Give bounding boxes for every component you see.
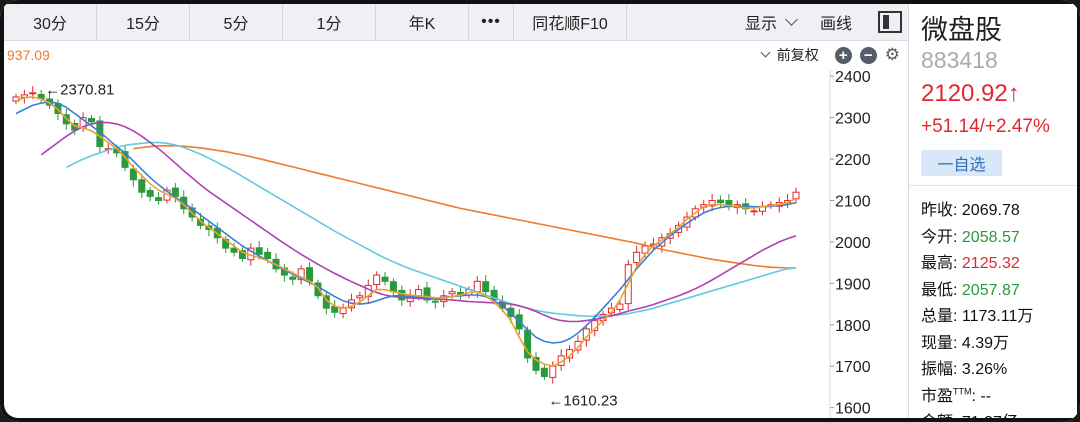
- stat-label: 振幅:: [921, 361, 958, 378]
- y-tick-label: 2000: [835, 235, 871, 252]
- candle-down: [155, 197, 163, 201]
- y-tick-label: 1700: [835, 359, 871, 376]
- stat-value: 2058.57: [957, 228, 1020, 246]
- tab-1min[interactable]: 1分: [283, 4, 376, 40]
- stat-label: 今开:: [921, 228, 958, 246]
- stock-code: 883418: [921, 47, 998, 73]
- stock-price: 2120.92↑: [921, 80, 1020, 107]
- chevron-down-icon: [785, 13, 798, 26]
- stat-value: 71.37亿: [957, 414, 1018, 422]
- stat-row: 昨收: 2069.78: [921, 196, 1033, 223]
- candle-down: [289, 276, 297, 280]
- candle-down: [482, 281, 490, 293]
- candle-up: [356, 295, 364, 299]
- candle-down: [264, 251, 272, 260]
- stat-value: 4.39万: [957, 334, 1010, 352]
- tab-15min[interactable]: 15分: [97, 4, 190, 40]
- stat-value: 2057.87: [957, 281, 1020, 299]
- candle-up: [750, 210, 758, 213]
- adjust-label: 前复权: [776, 47, 819, 63]
- y-tick-label: 1600: [835, 401, 871, 418]
- candle-down: [87, 117, 95, 123]
- y-tick-label: 2200: [835, 152, 871, 169]
- stat-label: 昨收:: [921, 202, 958, 219]
- stat-row: 市盈TTM: --: [921, 382, 1033, 409]
- stat-value: --: [975, 387, 992, 405]
- stat-value: 1173.11万: [957, 308, 1034, 325]
- candle-down: [717, 199, 725, 204]
- stat-label: 最高:: [921, 255, 958, 272]
- tab-f10[interactable]: 同花顺F10: [514, 4, 627, 40]
- stat-label: 最低:: [921, 281, 958, 299]
- display-label: 显示: [744, 16, 777, 33]
- candle-down: [138, 179, 146, 193]
- stat-value: 3.26%: [957, 361, 1008, 378]
- tab-5min[interactable]: 5分: [190, 4, 283, 40]
- top-value-label: 937.09: [7, 47, 50, 63]
- price-annotation: ←1610.23: [548, 392, 617, 409]
- stat-value: 2069.78: [957, 202, 1020, 219]
- adjust-dropdown[interactable]: 前复权: [758, 45, 819, 65]
- stat-row: 振幅: 3.26%: [921, 355, 1033, 382]
- chevron-down-icon: [760, 47, 771, 58]
- add-favorite-button[interactable]: 一自选: [921, 150, 1002, 176]
- gear-icon[interactable]: ⚙: [885, 45, 900, 65]
- zoom-out-icon[interactable]: −: [859, 46, 877, 64]
- candle-down: [381, 276, 389, 282]
- stat-row: 总量: 1173.11万: [921, 302, 1033, 329]
- candle-up: [29, 92, 37, 95]
- divider: [909, 185, 1077, 186]
- sidebar-toggle-icon[interactable]: [878, 11, 902, 33]
- candle-down: [306, 267, 314, 282]
- stat-row: 金额: 71.37亿: [921, 408, 1033, 422]
- candle-down: [230, 247, 238, 253]
- candlestick-chart[interactable]: 2400 2300 2200 2100 2000 1900 1800 1700 1600 ←237…: [4, 70, 908, 418]
- stat-row: 现量: 4.39万: [921, 329, 1033, 356]
- stat-label: 金额:: [921, 414, 957, 422]
- app-window: 30分 15分 5分 1分 年K ••• 同花顺F10 显示 画线 937.09…: [0, 0, 1080, 422]
- candle-down: [540, 367, 548, 378]
- candle-down: [255, 247, 263, 255]
- y-tick-label: 2100: [835, 194, 871, 211]
- candle-down: [146, 190, 154, 197]
- y-tick-label: 2300: [835, 111, 871, 128]
- candle-up: [616, 303, 624, 310]
- candle-down: [129, 168, 137, 181]
- candle-up: [473, 280, 481, 293]
- stat-row: 最低: 2057.87: [921, 276, 1033, 303]
- stock-name: 微盘股: [921, 15, 1002, 45]
- y-tick-label: 1900: [835, 276, 871, 293]
- stat-label: 总量:: [921, 308, 958, 325]
- zoom-in-icon[interactable]: +: [834, 46, 852, 64]
- stat-row: 最高: 2125.32: [921, 249, 1033, 276]
- price-annotation: ←2370.81: [45, 81, 114, 98]
- chart-subbar: 937.09 前复权 + − ⚙: [4, 40, 908, 70]
- display-dropdown[interactable]: 显示: [744, 10, 798, 34]
- candle-up: [448, 291, 456, 295]
- quote-stats: 昨收: 2069.78 今开: 2058.57 最高: 2125.32 最低: 205…: [921, 196, 1033, 422]
- candle-up: [792, 191, 800, 200]
- stat-row: 今开: 2058.57: [921, 223, 1033, 250]
- stock-change: +51.14/+2.47%: [921, 116, 1050, 137]
- stat-value: 2125.32: [957, 255, 1020, 272]
- candle-up: [373, 274, 381, 286]
- candle-down: [389, 281, 397, 293]
- stat-label: 现量:: [921, 334, 958, 352]
- y-tick-label: 1800: [835, 318, 871, 335]
- candle-down: [431, 300, 439, 303]
- candle-up: [549, 365, 557, 378]
- stat-label: 市盈TTM:: [921, 386, 976, 405]
- tab-year-k[interactable]: 年K: [376, 4, 469, 40]
- candle-up: [633, 251, 641, 264]
- tab-30min[interactable]: 30分: [4, 4, 97, 40]
- quote-panel: 微盘股 883418 2120.92↑ +51.14/+2.47% 一自选 昨收…: [908, 4, 1077, 422]
- more-icon[interactable]: •••: [469, 4, 514, 40]
- draw-line-button[interactable]: 画线: [820, 10, 852, 34]
- period-toolbar: 30分 15分 5分 1分 年K ••• 同花顺F10 显示 画线: [4, 4, 908, 41]
- y-tick-label: 2400: [835, 70, 871, 86]
